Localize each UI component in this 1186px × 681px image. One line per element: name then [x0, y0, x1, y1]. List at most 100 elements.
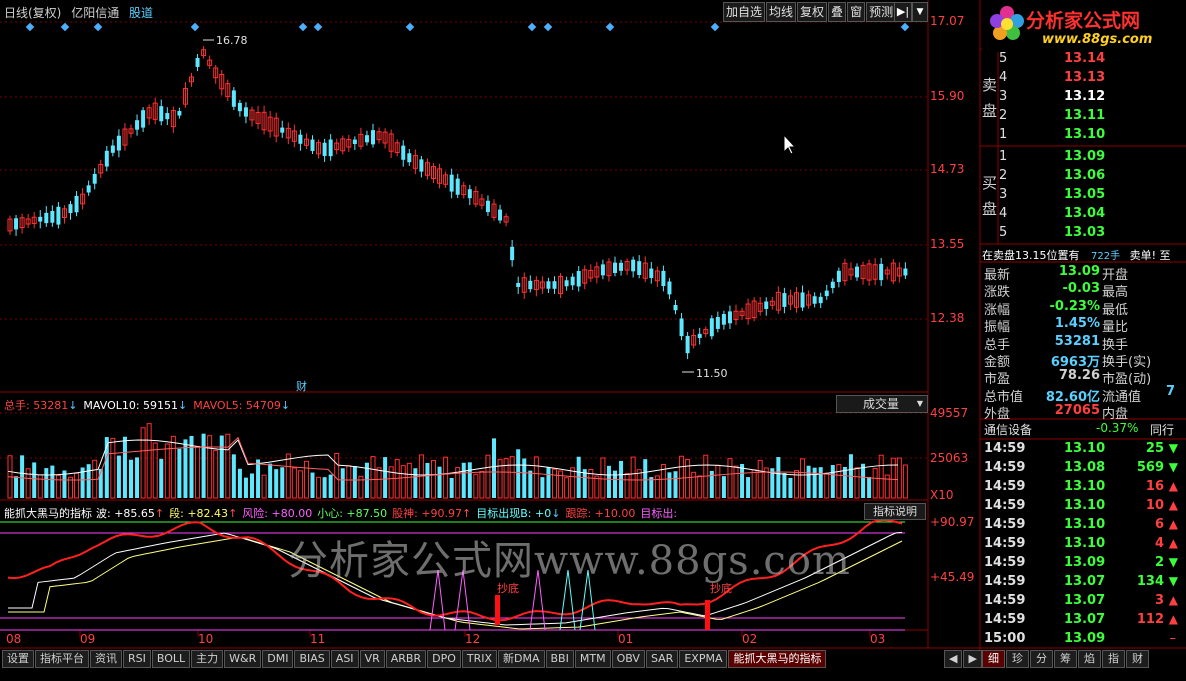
tick-price: 13.10	[1064, 441, 1106, 456]
tab-indicator[interactable]: DPO	[427, 650, 461, 668]
logo-title: 分析家公式网	[1026, 10, 1141, 32]
topbar-button[interactable]: 叠	[828, 2, 847, 22]
tick-price: 13.09	[1064, 555, 1106, 570]
topbar-button[interactable]: 复权	[797, 2, 828, 22]
site-logo: 分析家公式网 www.88gs.com	[982, 0, 1186, 52]
scroll-left-icon[interactable]: ◀	[944, 650, 963, 668]
bid-row[interactable]: 5 13.03	[982, 225, 1182, 243]
tab-indicator[interactable]: 资讯	[90, 650, 122, 668]
topbar-button[interactable]: 均线	[766, 2, 797, 22]
volume-bar	[721, 476, 726, 498]
tick-time: 14:59	[984, 441, 1026, 456]
tab-indicator[interactable]: 主力	[191, 650, 224, 668]
bid-price: 13.05	[1064, 187, 1106, 202]
volume-bar	[413, 468, 418, 498]
bid-price: 13.04	[1064, 206, 1106, 221]
topbar-button[interactable]: 加自选	[723, 2, 766, 22]
stock-dao-link[interactable]: 股道	[129, 6, 153, 20]
date-tick-label: 12	[465, 632, 481, 646]
tab-quote[interactable]: 指	[1102, 650, 1125, 668]
ask-row[interactable]: 1 13.10	[982, 127, 1182, 145]
tab-quote[interactable]: 焰	[1078, 650, 1101, 668]
volume-bar	[383, 457, 388, 498]
candle-body	[613, 262, 617, 274]
ask-row[interactable]: 2 13.11	[982, 108, 1182, 126]
stat-label: 振幅	[984, 320, 1011, 336]
indicator-help-button[interactable]: 指标说明	[864, 503, 926, 520]
tab-indicator[interactable]: BOLL	[151, 650, 191, 668]
tab-indicator[interactable]: 能抓大黑马的指标	[728, 650, 827, 668]
tab-indicator[interactable]: BBI	[545, 650, 574, 668]
candle-body	[322, 142, 327, 156]
volume-indicator-select[interactable]: 成交量 ▼	[836, 395, 928, 413]
candle-body	[165, 113, 170, 120]
sector-row[interactable]: 通信设备 -0.37% 同行	[982, 421, 1186, 439]
candle-body	[38, 216, 43, 222]
tab-quote[interactable]: 珍	[1006, 650, 1029, 668]
arrow-up-icon: ▲	[1168, 536, 1178, 550]
volume-bar	[467, 462, 472, 498]
bid-row[interactable]: 2 13.06	[982, 168, 1182, 186]
indicator-tabs: 设置 指标平台 资讯 RSI BOLL 主力 W&R DMI BIAS ASI VR ARBR DPO T…	[2, 650, 827, 668]
ask-row[interactable]: 4 13.13	[982, 70, 1182, 88]
tab-indicator[interactable]: ARBR	[385, 650, 427, 668]
tab-indicator[interactable]: BIAS	[294, 650, 330, 668]
big-order-alert[interactable]: 在卖盘13.15位置有 722手 卖单! 至	[982, 247, 1186, 263]
candle-body	[401, 145, 406, 160]
volume-bar	[20, 455, 25, 498]
tab-quote[interactable]: 筹	[1054, 650, 1077, 668]
price-tick-label: 12.38	[930, 311, 965, 325]
tab-indicator[interactable]: ASI	[330, 650, 359, 668]
stat-value: 1.45%	[1054, 316, 1100, 332]
trend-arrow-icon: ↓	[178, 399, 188, 412]
tab-indicator[interactable]: TRIX	[461, 650, 498, 668]
ask-row[interactable]: 3 13.12	[982, 89, 1182, 107]
volume-bar	[449, 477, 454, 498]
tab-indicator[interactable]: 新DMA	[498, 650, 545, 668]
level-number: 2	[999, 168, 1008, 183]
tab-indicator[interactable]: RSI	[123, 650, 151, 668]
ask-row[interactable]: 5 13.14	[982, 51, 1182, 69]
tab-quote[interactable]: 财	[1126, 650, 1149, 668]
volume-bar	[788, 477, 793, 498]
ask-price: 13.13	[1064, 70, 1106, 85]
tab-indicator[interactable]: DMI	[262, 650, 294, 668]
date-tick-label: 09	[80, 632, 96, 646]
tick-row: 14:59 13.09 2 ▼	[982, 555, 1182, 574]
tab-indicator[interactable]: W&R	[224, 650, 262, 668]
finance-marker[interactable]: 财	[296, 378, 307, 394]
topbar-button[interactable]: 预测	[866, 2, 897, 22]
pin-icon[interactable]: ▶|	[894, 2, 912, 22]
tab-quote[interactable]: 分	[1030, 650, 1053, 668]
alert-tail: 卖单!	[1129, 249, 1157, 262]
volume-bar	[268, 463, 273, 498]
candle-body	[619, 262, 624, 271]
bid-row[interactable]: 1 13.09	[982, 149, 1182, 167]
ask-price: 13.12	[1064, 89, 1106, 104]
chevron-down-icon[interactable]: ▼	[912, 2, 928, 22]
watermark: 分析家公式网www.88gs.com	[288, 538, 851, 584]
date-tick-label: 08	[6, 632, 22, 646]
peer-link[interactable]: 同行	[1150, 421, 1174, 438]
candle-body	[50, 211, 55, 223]
scroll-right-icon[interactable]: ▶	[963, 650, 982, 668]
bid-row[interactable]: 3 13.05	[982, 187, 1182, 205]
indicator-name: 能抓大黑马的指标	[4, 507, 92, 520]
candle-body	[667, 281, 672, 295]
tab-indicator[interactable]: VR	[359, 650, 385, 668]
candle-body	[782, 293, 787, 307]
tick-time: 14:59	[984, 517, 1026, 532]
tab-indicator[interactable]: EXPMA	[679, 650, 728, 668]
bid-row[interactable]: 4 13.04	[982, 206, 1182, 224]
topbar-button[interactable]: 窗	[847, 2, 866, 22]
period-label[interactable]: 日线(复权)	[4, 6, 61, 20]
tab-indicator[interactable]: OBV	[611, 650, 645, 668]
level-number: 3	[999, 89, 1008, 104]
candle-body	[673, 304, 678, 311]
volume-bar	[340, 468, 345, 498]
tab-indicator[interactable]: MTM	[574, 650, 611, 668]
tab-indicator[interactable]: 指标平台	[35, 650, 89, 668]
tab-indicator[interactable]: SAR	[645, 650, 679, 668]
tab-quote[interactable]: 细	[982, 650, 1005, 668]
tab-indicator[interactable]: 设置	[2, 650, 34, 668]
